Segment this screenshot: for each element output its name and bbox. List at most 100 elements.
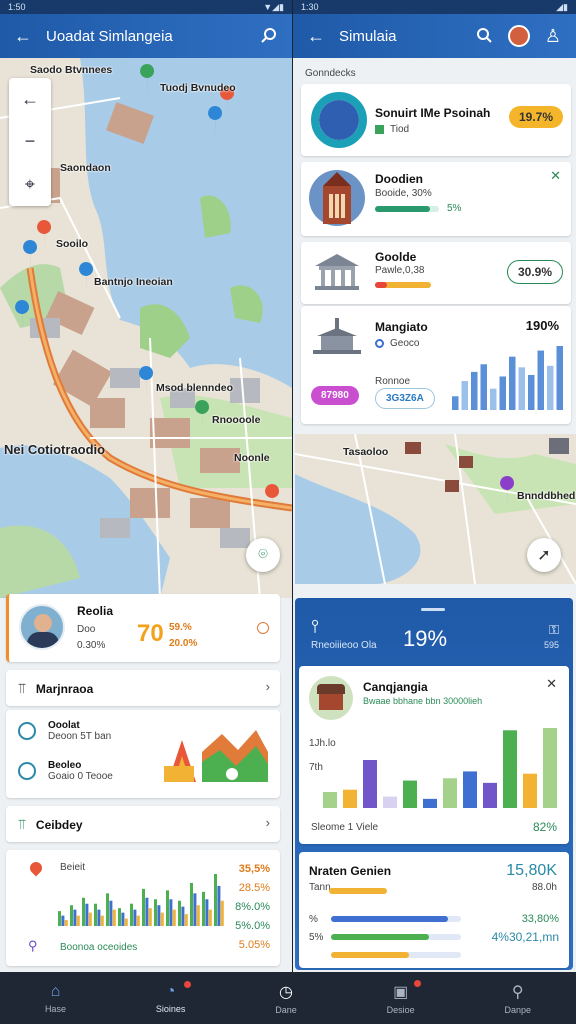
map-label: Sooilo [56,238,89,250]
stats-value: 28.5% [238,882,270,894]
close-icon[interactable]: ✕ [546,676,557,692]
search-icon[interactable] [256,23,282,49]
chart-bar [154,899,157,926]
chart-bar [543,728,557,808]
palace-icon [313,318,361,354]
home-icon: ⌂ [50,982,61,1000]
map-label: Saodo Btvnnees [30,64,113,76]
chart-bar [503,730,517,808]
locate-icon[interactable]: ⌖ [25,174,35,195]
map-label: Noonle [234,452,270,464]
chart-bar [363,760,377,808]
progress-fill [375,206,431,212]
back-arrow-icon[interactable]: ← [10,23,36,49]
status-time: 1:50 [8,2,26,12]
clock-icon: ◷ [279,983,293,1001]
chart-bar [70,905,73,926]
content-card[interactable]: Goolde Pawle,0,38 30.9% [301,242,571,304]
drag-handle[interactable] [421,608,445,611]
search-icon[interactable] [472,23,498,49]
map-label: Nei Cotiotraodio [4,442,106,457]
chart-bar [217,885,221,926]
nav-label: Desioe [386,1004,415,1015]
content-card[interactable]: Doodien Booide, 30% 5% ✕ [301,162,571,236]
mini-map[interactable]: Tasaoloo Bnnddbhed ➚ [295,434,576,584]
back-arrow-icon[interactable]: ← [21,89,39,110]
list-item[interactable]: Ooolat Deoon 5T ban [18,720,111,742]
stats-row [309,946,559,964]
section-title: Ceibdey [35,817,83,832]
chip-primary[interactable]: 87980 [311,386,359,405]
chart-bar [94,903,97,926]
zoom-out-icon[interactable]: − [25,131,36,152]
city-map[interactable]: Saodo Btvnnees Tuodj Bvnudeo Saondaon So… [0,58,292,598]
chart-bar [323,792,337,808]
nav-item-home[interactable]: ⌂ Hase [45,983,66,1014]
globe-icon: ◔ [166,980,192,1001]
chart-bar [82,897,85,926]
bottom-navigation: ⌂ Hase ◔ Sioines ◷ Dane ▣ Desioe ⚲ Danpe [0,972,576,1024]
profile-line1: Doo [77,624,96,635]
status-bar: 1:50 ▼◢▮ [0,0,292,14]
profile-pct1: 59.% [169,622,192,633]
stats-row-fill [331,952,409,958]
nav-item-stories[interactable]: ◔ Sioines [156,980,192,1014]
content-card[interactable]: Sonuirt IMe Psoinah Tiod 19.7% [301,84,571,156]
chart-bar [61,915,65,926]
app-bar: ← Uoadat Simlangeia [0,14,292,58]
chart-bar [145,897,149,926]
stats-row-fill [331,916,448,922]
progress-fill [375,282,387,288]
avatar[interactable] [508,25,530,47]
stats-bar-chart [58,874,224,926]
chip-secondary[interactable]: 3G3Z6A [375,388,435,409]
avatar [19,604,65,650]
chevron-right-icon: › [265,679,270,694]
detail-card[interactable]: Canqjangia Bwaae bbhane bbn 30000lieh ✕ … [299,666,569,844]
content-card[interactable]: Mangiato Geoco 190% Ronnoe 87980 3G3Z6A [301,306,571,424]
device-icon: ▣ [393,979,421,1002]
stats-row-value: 33,80% [521,913,559,925]
chart-bar [172,909,176,926]
chart-bar [214,874,217,926]
card-sub: Geoco [390,338,420,349]
chart-bar [480,364,487,410]
building-image [309,170,365,226]
donut-icon [311,92,367,148]
section-header-activity[interactable]: ⫪ Ceibdey › [6,806,280,842]
stats-row-label: 5% [309,931,324,943]
stats-value: 35,5% [238,863,270,875]
chart-bar [483,782,497,808]
back-arrow-icon[interactable]: ← [303,23,329,49]
profile-score: 70 [137,620,164,647]
section-header-manage[interactable]: ⫪ Marjnraoa › [6,670,280,706]
chart-bar [142,888,145,926]
card-badge: 19.7% [508,106,563,128]
app-title: Simulaia [339,27,397,45]
profile-card[interactable]: Reolia Doo 0.30% 70 59.% 20.0% [6,594,280,662]
chart-bar [461,381,468,410]
recenter-button[interactable]: ⌾ [246,538,280,572]
chart-bar [64,920,68,926]
chart-bar [452,396,459,410]
chart-bar [499,376,506,410]
list-item[interactable]: Beoleo Goaio 0 Teooe [18,760,113,782]
stats-value: 8%.0% [235,901,270,913]
chart-bar [463,771,477,808]
user-icon[interactable]: ♙ [540,23,566,49]
nav-item-time[interactable]: ◷ Dane [275,982,297,1015]
add-icon[interactable] [257,622,269,634]
bar-chart-icon: ⫪ [18,680,26,696]
card-sub: Pawle,0,38 [375,265,425,276]
navigate-button[interactable]: ➚ [527,538,561,572]
nav-item-profile[interactable]: ⚲ Danpe [505,982,532,1015]
chart-bar [136,915,140,926]
profile-pct2: 20.0% [169,638,198,649]
nav-item-devices[interactable]: ▣ Desioe [386,979,421,1015]
chart-bar [109,900,113,926]
close-icon[interactable]: ✕ [550,168,561,184]
radio-icon [375,339,384,348]
stats-rows: % 33,80% 5% 4%30,21,mn [309,910,559,964]
stats-card: Beieit ⚲ Boonoa oceoides 35,5% 28.5% 8%.… [6,850,280,966]
stats-summary-card[interactable]: Nraten Genien 15,80K Tann 88.0h % 33,80%… [299,852,569,968]
